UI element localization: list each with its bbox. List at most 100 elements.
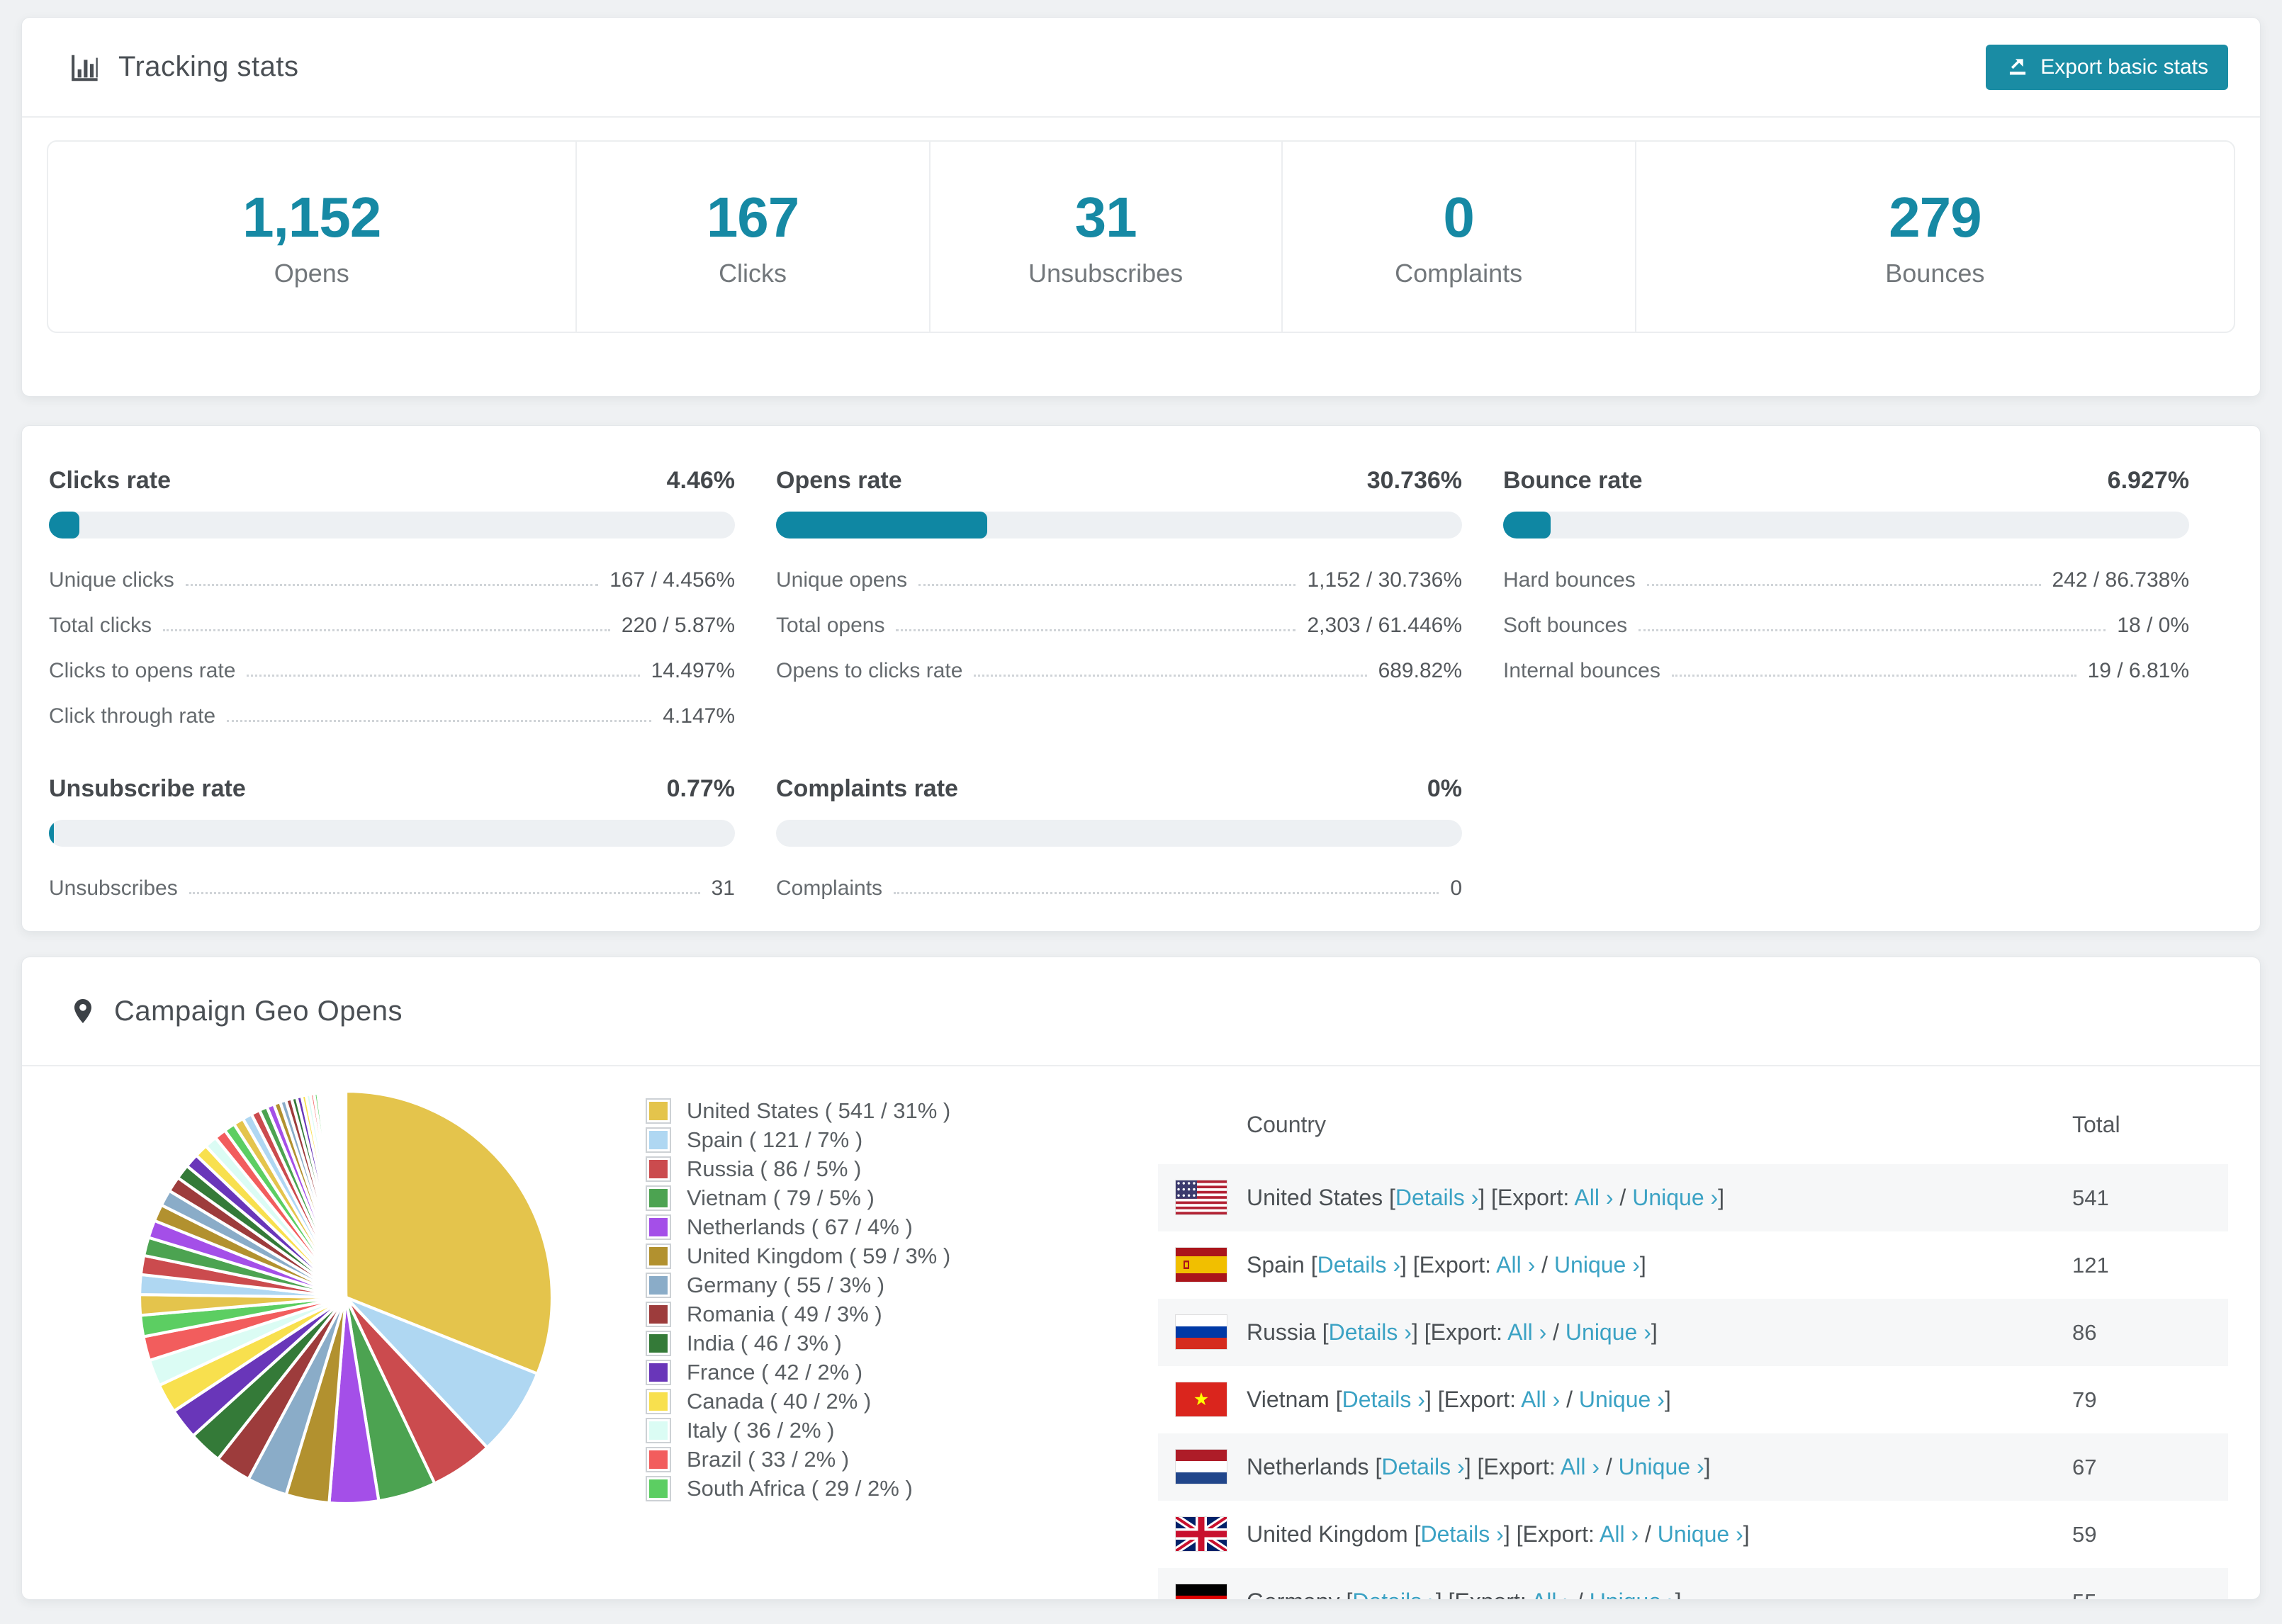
country-name: Spain (1247, 1252, 1305, 1278)
rate-stat-value: 242 / 86.738% (2052, 568, 2190, 592)
export-all-link[interactable]: All › (1600, 1521, 1639, 1547)
legend-item: India ( 46 / 3% ) (646, 1329, 1158, 1358)
stat-label: Clicks (719, 259, 787, 288)
details-link[interactable]: Details › (1342, 1387, 1425, 1412)
export-all-link[interactable]: All › (1496, 1252, 1535, 1278)
pie-svg (137, 1089, 554, 1506)
progress-bar-track (776, 512, 1462, 538)
legend-label: Canada ( 40 / 2% ) (687, 1388, 872, 1414)
details-link[interactable]: Details › (1395, 1185, 1478, 1210)
export-unique-link[interactable]: Unique › (1579, 1387, 1665, 1412)
export-prefix: Export: (1430, 1319, 1502, 1345)
total-cell: 541 (2072, 1185, 2109, 1210)
rate-stat-value: 14.497% (651, 659, 735, 682)
total-cell: 67 (2072, 1454, 2097, 1479)
campaign-geo-opens-card: Campaign Geo Opens United States ( 541 /… (21, 957, 2261, 1600)
rate-stat-label: Click through rate (49, 704, 216, 728)
flag-de-icon (1176, 1584, 1227, 1599)
legend-label: Romania ( 49 / 3% ) (687, 1301, 882, 1326)
table-row: Netherlands [Details ›] [Export: All › /… (1158, 1433, 2228, 1501)
rate-title: Complaints rate (776, 775, 958, 802)
export-all-link[interactable]: All › (1531, 1589, 1570, 1599)
country-name: Russia (1247, 1319, 1316, 1345)
legend-label: Germany ( 55 / 3% ) (687, 1272, 885, 1297)
progress-bar-fill (1503, 512, 1551, 538)
legend-item: Netherlands ( 67 / 4% ) (646, 1212, 1158, 1241)
rate-stat-label: Internal bounces (1503, 659, 1660, 682)
dotted-leader (1646, 584, 2041, 586)
dotted-leader (227, 720, 652, 722)
details-link[interactable]: Details › (1381, 1454, 1464, 1479)
rate-stat-label: Total clicks (49, 614, 152, 637)
rate-stat-value: 167 / 4.456% (609, 568, 735, 592)
country-cell: United States [Details ›] [Export: All ›… (1247, 1185, 1725, 1210)
table-row: Russia [Details ›] [Export: All › / Uniq… (1158, 1299, 2228, 1366)
export-prefix: Export: (1444, 1387, 1516, 1412)
rate-stat-row: Complaints 0 (776, 876, 1462, 901)
geo-table-header: Country Total (1158, 1085, 2228, 1164)
rate-value: 6.927% (2107, 467, 2189, 494)
geo-body: United States ( 541 / 31% ) Spain ( 121 … (22, 1066, 2260, 1599)
export-unique-link[interactable]: Unique › (1554, 1252, 1640, 1278)
table-row: Vietnam [Details ›] [Export: All › / Uni… (1158, 1366, 2228, 1433)
country-cell: Netherlands [Details ›] [Export: All › /… (1247, 1454, 1711, 1479)
details-link[interactable]: Details › (1352, 1589, 1435, 1599)
rate-block: Bounce rate 6.927% Hard bounces 242 / 86… (1503, 467, 2189, 728)
export-unique-link[interactable]: Unique › (1619, 1454, 1704, 1479)
flag-nl-icon (1176, 1450, 1227, 1484)
dotted-leader (189, 892, 700, 894)
rate-block: Complaints rate 0% Complaints 0 (776, 775, 1462, 901)
rate-stat-value: 4.147% (663, 704, 735, 728)
rate-rows: Unique opens 1,152 / 30.736% Total opens… (776, 568, 1462, 683)
rate-rows: Unique clicks 167 / 4.456% Total clicks … (49, 568, 735, 728)
legend-label: Vietnam ( 79 / 5% ) (687, 1185, 875, 1210)
rate-stat-row: Click through rate 4.147% (49, 704, 735, 728)
export-all-link[interactable]: All › (1561, 1454, 1600, 1479)
rate-stat-value: 18 / 0% (2117, 614, 2189, 637)
rate-stat-label: Total opens (776, 614, 885, 637)
legend-item: Romania ( 49 / 3% ) (646, 1299, 1158, 1329)
country-name: United States (1247, 1185, 1383, 1210)
details-link[interactable]: Details › (1329, 1319, 1412, 1345)
rate-rows: Complaints 0 (776, 876, 1462, 901)
rate-stat-row: Unique opens 1,152 / 30.736% (776, 568, 1462, 592)
rate-stat-row: Unique clicks 167 / 4.456% (49, 568, 735, 592)
export-basic-stats-button[interactable]: Export basic stats (1986, 44, 2228, 90)
details-link[interactable]: Details › (1317, 1252, 1400, 1278)
rate-block: Unsubscribe rate 0.77% Unsubscribes 31 (49, 775, 735, 901)
export-unique-link[interactable]: Unique › (1590, 1589, 1675, 1599)
rate-value: 4.46% (666, 467, 735, 494)
legend-swatch (646, 1156, 671, 1182)
dotted-leader (896, 629, 1296, 631)
flag-us-icon (1176, 1180, 1227, 1214)
legend-swatch (646, 1127, 671, 1153)
legend-swatch (646, 1185, 671, 1211)
export-unique-link[interactable]: Unique › (1566, 1319, 1651, 1345)
legend-label: Spain ( 121 / 7% ) (687, 1127, 863, 1152)
page-title: Tracking stats (118, 51, 299, 82)
geo-title: Campaign Geo Opens (114, 995, 403, 1027)
export-icon (2006, 52, 2030, 82)
stat-value: 0 (1443, 186, 1474, 249)
stat-label: Opens (274, 259, 349, 288)
export-unique-link[interactable]: Unique › (1658, 1521, 1743, 1547)
tracking-stats-card: Tracking stats Export basic stats 1,152 … (21, 17, 2261, 397)
details-link[interactable]: Details › (1420, 1521, 1503, 1547)
legend-swatch (646, 1475, 671, 1501)
rate-stat-label: Unique clicks (49, 568, 174, 592)
rate-stat-label: Complaints (776, 876, 883, 900)
legend-label: United States ( 541 / 31% ) (687, 1098, 951, 1123)
progress-bar-fill (776, 512, 987, 538)
progress-bar-track (776, 820, 1462, 847)
legend-item: Italy ( 36 / 2% ) (646, 1416, 1158, 1445)
export-button-label: Export basic stats (2040, 55, 2208, 79)
export-unique-link[interactable]: Unique › (1632, 1185, 1718, 1210)
map-pin-icon (69, 995, 97, 1027)
progress-bar-fill (49, 820, 55, 847)
export-all-link[interactable]: All › (1574, 1185, 1613, 1210)
legend-label: Italy ( 36 / 2% ) (687, 1417, 835, 1443)
dotted-leader (894, 892, 1439, 894)
dotted-leader (163, 629, 610, 631)
export-all-link[interactable]: All › (1507, 1319, 1546, 1345)
export-all-link[interactable]: All › (1521, 1387, 1560, 1412)
